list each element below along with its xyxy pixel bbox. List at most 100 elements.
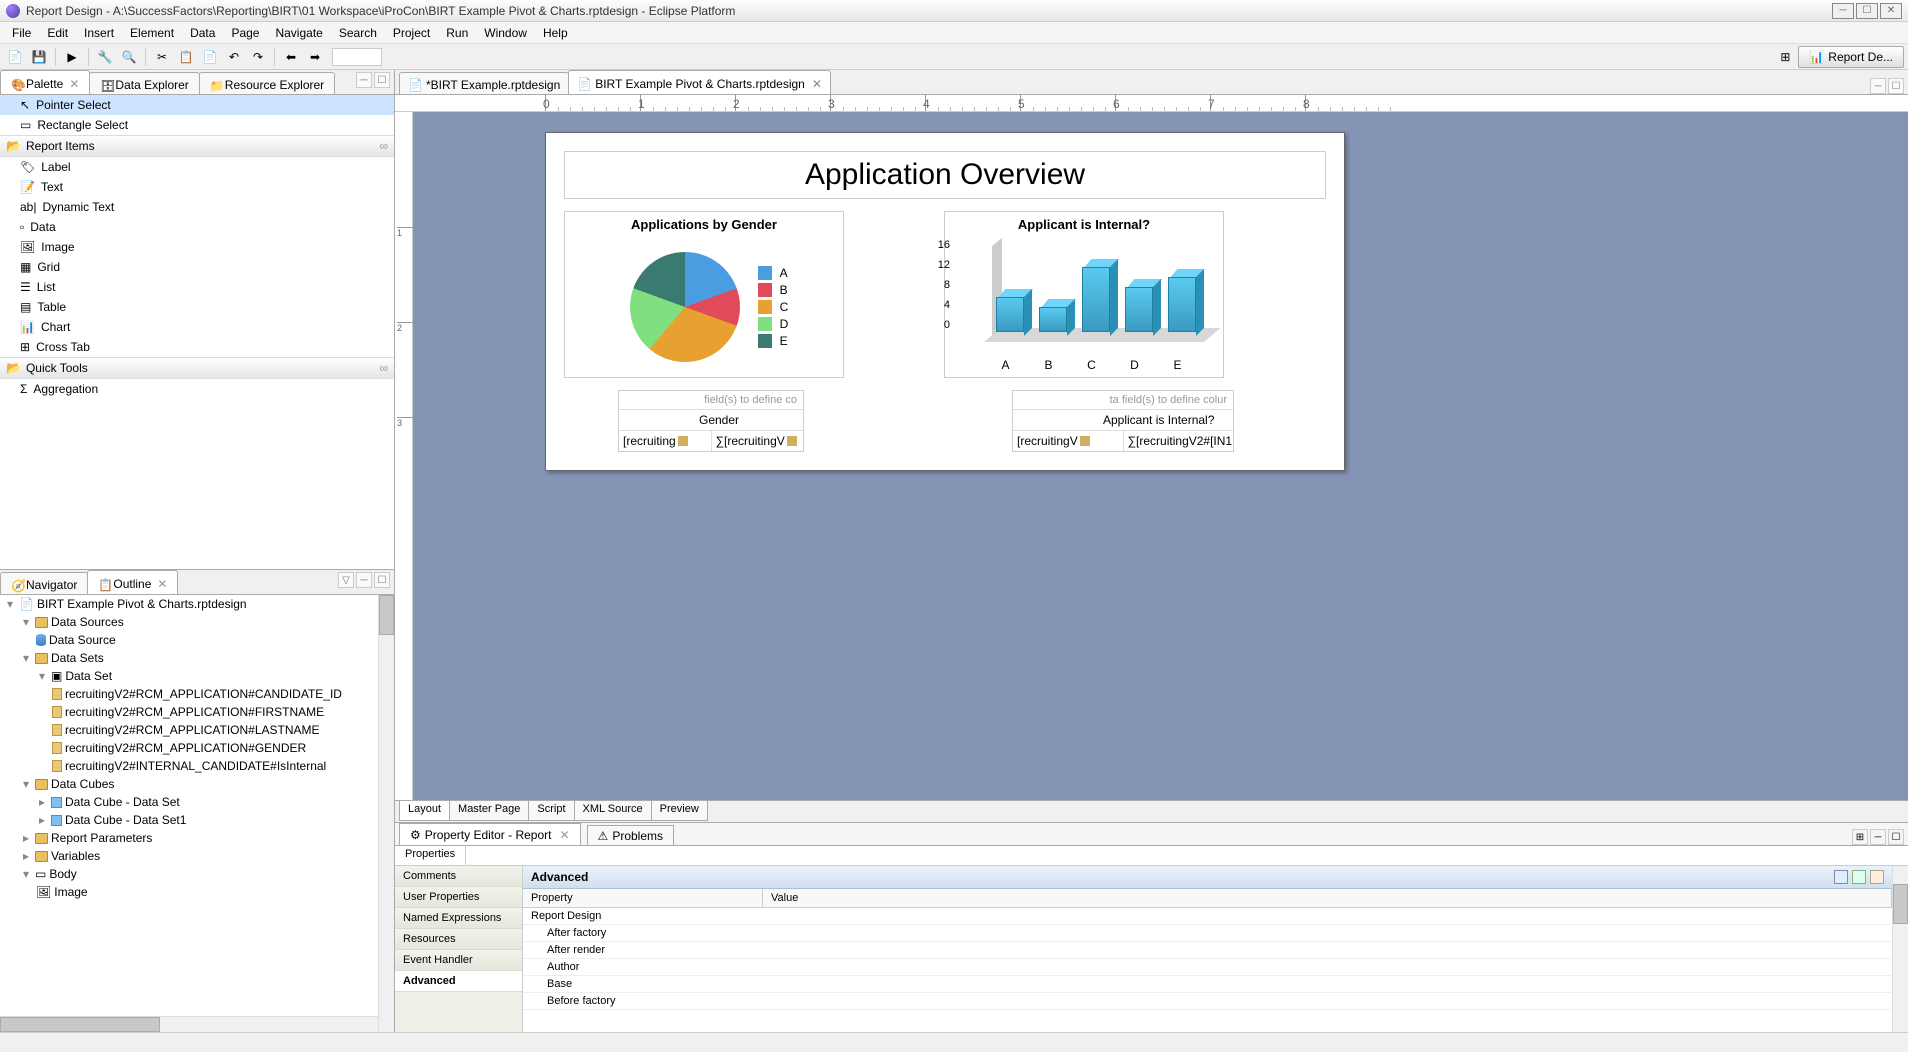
- property-row[interactable]: Author: [523, 959, 1892, 976]
- maximize-editor-button[interactable]: ☐: [1888, 78, 1904, 94]
- outline-body[interactable]: ▾▭Body: [0, 865, 394, 883]
- outline-column[interactable]: recruitingV2#RCM_APPLICATION#LASTNAME: [0, 721, 394, 739]
- palette-aggregation[interactable]: ΣAggregation: [0, 379, 394, 399]
- outline-column[interactable]: recruitingV2#INTERNAL_CANDIDATE#IsIntern…: [0, 757, 394, 775]
- toggle-breadcrumb-button[interactable]: 🔧: [94, 47, 116, 67]
- crosstab-cell[interactable]: [recruitingV: [1013, 431, 1124, 451]
- restore-defaults-button[interactable]: [1870, 870, 1884, 884]
- close-icon[interactable]: ✕: [157, 577, 167, 591]
- outline-data-cube-item[interactable]: ▸Data Cube - Data Set1: [0, 811, 394, 829]
- editor-page-tab-xml-source[interactable]: XML Source: [574, 801, 652, 821]
- close-icon[interactable]: ✕: [812, 77, 822, 91]
- property-category-user-properties[interactable]: User Properties: [395, 887, 522, 908]
- chart-pie-gender[interactable]: Applications by Gender ABCDE: [564, 211, 844, 378]
- palette-list[interactable]: ☰List: [0, 277, 394, 297]
- outline-data-cube-item[interactable]: ▸Data Cube - Data Set: [0, 793, 394, 811]
- paste-button[interactable]: 📄: [199, 47, 221, 67]
- minimize-view-button[interactable]: ─: [356, 572, 372, 588]
- palette-header-quick-tools[interactable]: 📂Quick Tools∞: [0, 357, 394, 379]
- cut-button[interactable]: ✂: [151, 47, 173, 67]
- tab-outline[interactable]: 📋Outline✕: [87, 570, 178, 594]
- menu-edit[interactable]: Edit: [39, 24, 76, 42]
- crosstab-cell[interactable]: ∑[recruitingV: [712, 431, 804, 451]
- property-category-named-expressions[interactable]: Named Expressions: [395, 908, 522, 929]
- run-button[interactable]: ▶: [61, 47, 83, 67]
- menu-file[interactable]: File: [4, 24, 39, 42]
- maximize-view-button[interactable]: ☐: [374, 572, 390, 588]
- palette-chart[interactable]: 📊Chart: [0, 317, 394, 337]
- tab-data-explorer[interactable]: 🗄Data Explorer: [89, 72, 199, 94]
- palette-data[interactable]: ▫Data: [0, 217, 394, 237]
- outline-data-sources[interactable]: ▾Data Sources: [0, 613, 394, 631]
- crosstab-internal[interactable]: ta field(s) to define colur Applicant is…: [1012, 390, 1234, 452]
- menu-page[interactable]: Page: [223, 24, 267, 42]
- outline-column[interactable]: recruitingV2#RCM_APPLICATION#GENDER: [0, 739, 394, 757]
- show-categories-button[interactable]: [1834, 870, 1848, 884]
- maximize-button[interactable]: ☐: [1856, 3, 1878, 19]
- report-title[interactable]: Application Overview: [564, 151, 1326, 199]
- open-perspective-button[interactable]: ⊞: [1774, 47, 1796, 67]
- close-button[interactable]: ✕: [1880, 3, 1902, 19]
- outline-data-source-item[interactable]: Data Source: [0, 631, 394, 649]
- save-button[interactable]: 💾: [28, 47, 50, 67]
- menu-help[interactable]: Help: [535, 24, 576, 42]
- menu-run[interactable]: Run: [438, 24, 476, 42]
- palette-grid[interactable]: ▦Grid: [0, 257, 394, 277]
- palette-crosstab[interactable]: ⊞Cross Tab: [0, 337, 394, 357]
- outline-report-parameters[interactable]: ▸Report Parameters: [0, 829, 394, 847]
- tab-palette[interactable]: 🎨Palette✕: [0, 70, 90, 94]
- outline-data-set[interactable]: ▾▣Data Set: [0, 667, 394, 685]
- menu-element[interactable]: Element: [122, 24, 182, 42]
- palette-dynamic-text[interactable]: ab|Dynamic Text: [0, 197, 394, 217]
- outline-image-item[interactable]: 🖼Image: [0, 883, 394, 901]
- tab-resource-explorer[interactable]: 📁Resource Explorer: [199, 72, 335, 94]
- editor-page-tab-script[interactable]: Script: [528, 801, 574, 821]
- palette-table[interactable]: ▤Table: [0, 297, 394, 317]
- property-row[interactable]: Report Design: [523, 908, 1892, 925]
- menu-project[interactable]: Project: [385, 24, 438, 42]
- menu-search[interactable]: Search: [331, 24, 385, 42]
- palette-text[interactable]: 📝Text: [0, 177, 394, 197]
- editor-page-tab-layout[interactable]: Layout: [399, 801, 450, 821]
- palette-image[interactable]: 🖼Image: [0, 237, 394, 257]
- new-button[interactable]: 📄: [4, 47, 26, 67]
- tab-problems[interactable]: ⚠Problems: [587, 825, 674, 845]
- crosstab-cell[interactable]: ∑[recruitingV2#[IN1: [1124, 431, 1234, 451]
- menu-insert[interactable]: Insert: [76, 24, 122, 42]
- vertical-ruler[interactable]: 123: [395, 112, 413, 800]
- crosstab-gender[interactable]: field(s) to define co Gender [recruiting…: [618, 390, 804, 452]
- toggle-local-button[interactable]: ⊞: [1852, 829, 1868, 845]
- design-canvas[interactable]: 123 Application Overview Applications by…: [395, 112, 1908, 800]
- outline-variables[interactable]: ▸Variables: [0, 847, 394, 865]
- show-advanced-button[interactable]: [1852, 870, 1866, 884]
- outline-column[interactable]: recruitingV2#RCM_APPLICATION#FIRSTNAME: [0, 703, 394, 721]
- palette-header-report-items[interactable]: 📂Report Items∞: [0, 135, 394, 157]
- minimize-button[interactable]: ─: [1832, 3, 1854, 19]
- maximize-view-button[interactable]: ☐: [1888, 829, 1904, 845]
- chart-bar-internal[interactable]: Applicant is Internal? 1612840 ABCDE: [944, 211, 1224, 378]
- minimize-editor-button[interactable]: ─: [1870, 78, 1886, 94]
- property-category-advanced[interactable]: Advanced: [395, 971, 522, 992]
- outline-data-cubes[interactable]: ▾Data Cubes: [0, 775, 394, 793]
- outline-data-sets[interactable]: ▾Data Sets: [0, 649, 394, 667]
- editor-tab[interactable]: 📄*BIRT Example.rptdesign: [399, 72, 569, 94]
- back-button[interactable]: ⬅: [280, 47, 302, 67]
- palette-pointer-select[interactable]: ↖Pointer Select: [0, 95, 394, 115]
- horizontal-ruler[interactable]: 012345678: [395, 94, 1908, 112]
- close-icon[interactable]: ✕: [69, 77, 79, 91]
- property-row[interactable]: Base: [523, 976, 1892, 993]
- copy-button[interactable]: 📋: [175, 47, 197, 67]
- subtab-properties[interactable]: Properties: [395, 846, 466, 865]
- perspective-report-design[interactable]: 📊 Report De...: [1798, 46, 1904, 68]
- undo-button[interactable]: ↶: [223, 47, 245, 67]
- menu-window[interactable]: Window: [476, 24, 535, 42]
- minimize-view-button[interactable]: ─: [356, 72, 372, 88]
- outline-column[interactable]: recruitingV2#RCM_APPLICATION#CANDIDATE_I…: [0, 685, 394, 703]
- search-button[interactable]: 🔍: [118, 47, 140, 67]
- editor-tab-active[interactable]: 📄BIRT Example Pivot & Charts.rptdesign✕: [568, 70, 831, 94]
- report-page[interactable]: Application Overview Applications by Gen…: [545, 132, 1345, 471]
- zoom-select[interactable]: [332, 48, 382, 66]
- property-row[interactable]: After factory: [523, 925, 1892, 942]
- editor-page-tab-preview[interactable]: Preview: [651, 801, 708, 821]
- view-menu-button[interactable]: ▽: [338, 572, 354, 588]
